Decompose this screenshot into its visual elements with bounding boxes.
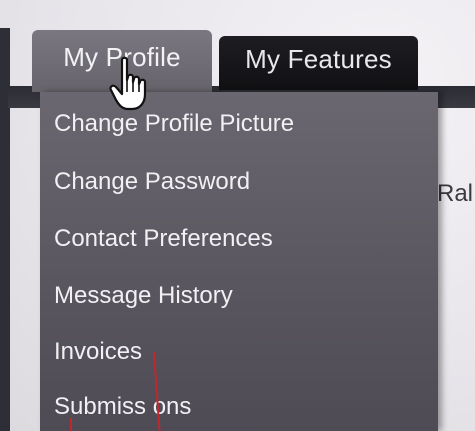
menu-item-invoices[interactable]: Invoices [54, 332, 142, 372]
menu-item-message-history[interactable]: Message History [54, 276, 233, 316]
menu-item-contact-preferences[interactable]: Contact Preferences [54, 219, 273, 259]
tab-my-features[interactable]: My Features [219, 36, 418, 90]
menu-item-change-password[interactable]: Change Password [54, 162, 250, 202]
screen: My Profile My Features Ral Change Profil… [0, 0, 475, 431]
menu-item-change-profile-picture[interactable]: Change Profile Picture [54, 104, 294, 144]
profile-dropdown-menu: Change Profile Picture Change Password C… [40, 92, 438, 431]
red-annotation-line [70, 418, 72, 431]
page-partial-text: Ral [437, 180, 474, 207]
menu-item-submissions[interactable]: Submiss ons [54, 387, 191, 427]
tab-my-features-label: My Features [245, 43, 392, 74]
hand-cursor-icon [109, 56, 147, 111]
